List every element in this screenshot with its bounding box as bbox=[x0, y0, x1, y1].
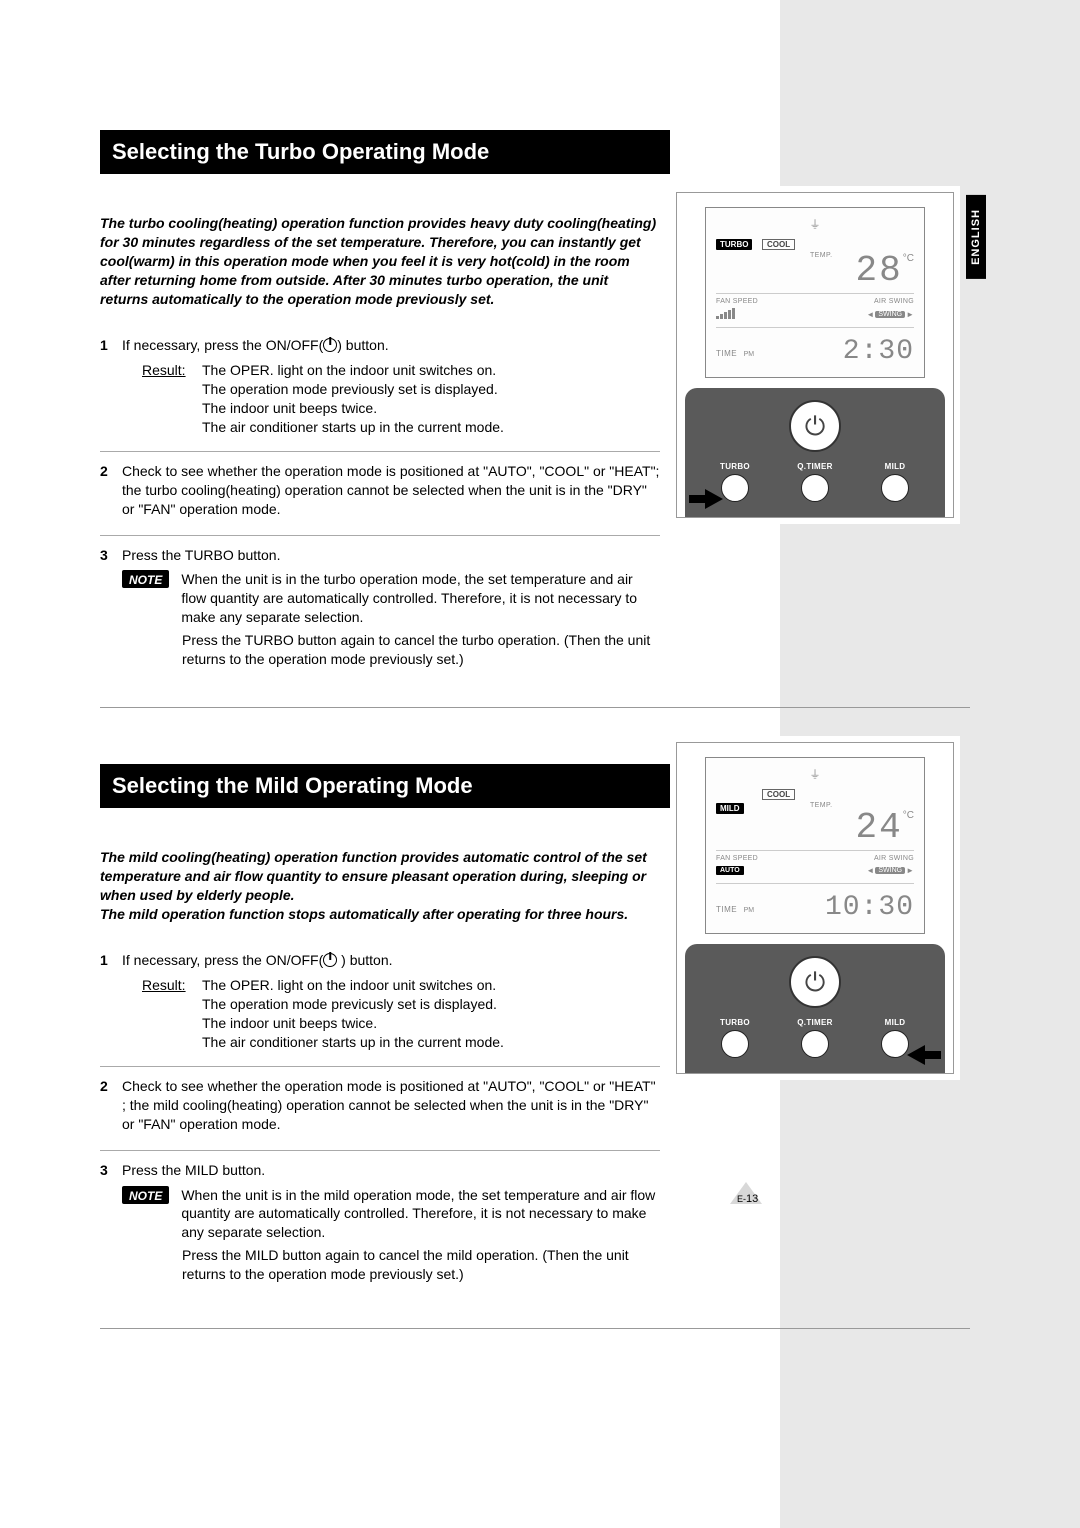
power-icon bbox=[323, 338, 337, 352]
section-heading: Selecting the Turbo Operating Mode bbox=[100, 130, 670, 174]
section-divider bbox=[100, 707, 970, 708]
turbo-button[interactable] bbox=[721, 1030, 749, 1058]
note-badge: NOTE bbox=[122, 570, 169, 588]
swing-indicator: ◄SWING► bbox=[866, 310, 914, 319]
air-swing-label: AIR SWING bbox=[874, 298, 914, 305]
result-text: The OPER. light on the indoor unit switc… bbox=[202, 361, 660, 437]
step-text: If necessary, press the ON/OFF() button. bbox=[122, 336, 660, 355]
temp-value: 24 bbox=[856, 810, 903, 846]
fan-bars-icon bbox=[716, 309, 735, 319]
time-label: TIME bbox=[716, 349, 737, 358]
button-label: TURBO bbox=[705, 1018, 765, 1027]
time-label: TIME bbox=[716, 905, 737, 914]
signal-icon: ⏚ bbox=[810, 766, 821, 782]
step-item: 1 If necessary, press the ON/OFF( ) butt… bbox=[100, 941, 660, 1065]
button-label: TURBO bbox=[705, 462, 765, 471]
time-ampm: PM bbox=[744, 907, 755, 914]
note-text: When the unit is in the turbo operation … bbox=[181, 570, 660, 627]
cool-badge: COOL bbox=[762, 239, 795, 250]
step-number: 3 bbox=[100, 546, 122, 669]
qtimer-button[interactable] bbox=[801, 1030, 829, 1058]
step-after-note: Press the MILD button again to cancel th… bbox=[182, 1246, 660, 1284]
step-text: If necessary, press the ON/OFF( ) button… bbox=[122, 951, 660, 970]
button-label: MILD bbox=[865, 462, 925, 471]
step-after-note: Press the TURBO button again to cancel t… bbox=[182, 631, 660, 669]
section-intro: The turbo cooling(heating) operation fun… bbox=[100, 214, 660, 308]
power-button[interactable]: ⏻ bbox=[789, 956, 841, 1008]
temp-value: 28 bbox=[856, 253, 903, 289]
step-text: Check to see whether the operation mode … bbox=[122, 1077, 660, 1134]
step-item: 3 Press the MILD button. NOTE When the u… bbox=[100, 1150, 660, 1294]
result-label: Result: bbox=[142, 361, 202, 437]
button-label: Q.TIMER bbox=[785, 462, 845, 471]
time-value: 10:30 bbox=[825, 892, 914, 923]
auto-badge: AUTO bbox=[716, 866, 744, 875]
air-swing-label: AIR SWING bbox=[874, 855, 914, 862]
button-label: Q.TIMER bbox=[785, 1018, 845, 1027]
step-number: 2 bbox=[100, 462, 122, 525]
remote-lcd: ⏚ MILD COOL TEMP. 24°C FAN SPEED AIR SWI… bbox=[705, 757, 925, 934]
arrow-indicator-icon bbox=[689, 489, 727, 509]
power-icon bbox=[323, 953, 337, 967]
button-label: MILD bbox=[865, 1018, 925, 1027]
remote-lcd: ⏚ TURBO COOL TEMP. 28°C FAN SPEED AIR SW… bbox=[705, 207, 925, 378]
time-ampm: PM bbox=[744, 351, 755, 358]
note-badge: NOTE bbox=[122, 1186, 169, 1204]
section-divider bbox=[100, 1328, 970, 1329]
mode-badge: TURBO bbox=[716, 239, 752, 250]
qtimer-button[interactable] bbox=[801, 474, 829, 502]
mild-button[interactable] bbox=[881, 474, 909, 502]
remote-diagram-mild: ⏚ MILD COOL TEMP. 24°C FAN SPEED AIR SWI… bbox=[670, 736, 960, 1080]
signal-icon: ⏚ bbox=[810, 216, 821, 232]
step-text: Press the MILD button. bbox=[122, 1161, 660, 1180]
step-item: 3 Press the TURBO button. NOTE When the … bbox=[100, 535, 660, 679]
step-item: 1 If necessary, press the ON/OFF() butto… bbox=[100, 326, 660, 450]
section-heading: Selecting the Mild Operating Mode bbox=[100, 764, 670, 808]
page-number: E-13 bbox=[737, 1193, 758, 1205]
step-number: 2 bbox=[100, 1077, 122, 1140]
step-list: 1 If necessary, press the ON/OFF( ) butt… bbox=[100, 941, 660, 1293]
step-number: 3 bbox=[100, 1161, 122, 1284]
fan-speed-label: FAN SPEED bbox=[716, 855, 758, 862]
swing-indicator: ◄SWING► bbox=[866, 866, 914, 875]
step-text: Press the TURBO button. bbox=[122, 546, 660, 565]
step-item: 2 Check to see whether the operation mod… bbox=[100, 451, 660, 535]
remote-button-panel: ⏻ TURBO Q.TIMER MILD bbox=[685, 944, 945, 1073]
arrow-indicator-icon bbox=[903, 1045, 941, 1065]
result-text: The OPER. light on the indoor unit switc… bbox=[202, 976, 660, 1052]
cool-badge: COOL bbox=[762, 789, 795, 800]
temp-unit: °C bbox=[903, 253, 914, 264]
remote-button-panel: ⏻ TURBO Q.TIMER MILD bbox=[685, 388, 945, 517]
mode-badge: MILD bbox=[716, 803, 744, 814]
step-text: Check to see whether the operation mode … bbox=[122, 462, 660, 519]
power-button[interactable]: ⏻ bbox=[789, 400, 841, 452]
result-label: Result: bbox=[142, 976, 202, 1052]
temp-unit: °C bbox=[903, 810, 914, 821]
step-list: 1 If necessary, press the ON/OFF() butto… bbox=[100, 326, 660, 678]
note-text: When the unit is in the mild operation m… bbox=[181, 1186, 660, 1243]
step-number: 1 bbox=[100, 336, 122, 440]
time-value: 2:30 bbox=[843, 336, 914, 367]
step-item: 2 Check to see whether the operation mod… bbox=[100, 1066, 660, 1150]
section-intro: The mild cooling(heating) operation func… bbox=[100, 848, 660, 924]
remote-diagram-turbo: ⏚ TURBO COOL TEMP. 28°C FAN SPEED AIR SW… bbox=[670, 186, 960, 524]
step-number: 1 bbox=[100, 951, 122, 1055]
fan-speed-label: FAN SPEED bbox=[716, 298, 758, 305]
